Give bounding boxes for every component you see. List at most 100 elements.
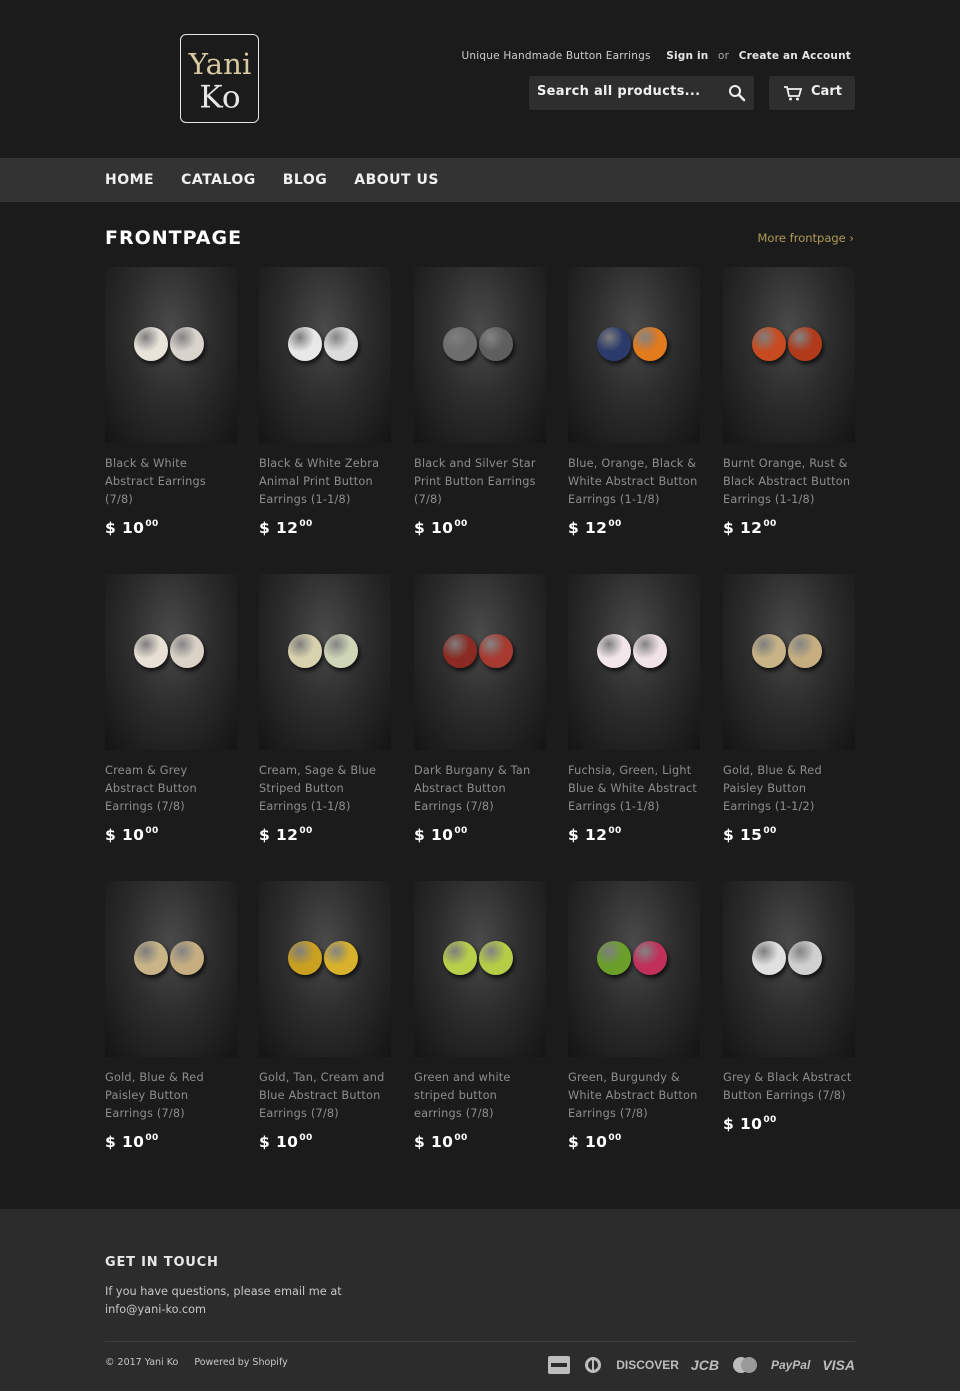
earring-button-image — [788, 634, 822, 668]
product-title[interactable]: Black & White Abstract Earrings (7/8) — [105, 455, 237, 509]
product-image[interactable] — [105, 574, 237, 750]
price-cents: 00 — [608, 1133, 622, 1143]
product-image[interactable] — [259, 881, 391, 1057]
earring-button-image — [788, 941, 822, 975]
diners-club-icon — [585, 1357, 602, 1373]
product-title[interactable]: Fuchsia, Green, Light Blue & White Abstr… — [568, 762, 700, 816]
product-title[interactable]: Green and white striped button earrings … — [414, 1069, 546, 1123]
product-image[interactable] — [568, 574, 700, 750]
earring-button-image — [324, 327, 358, 361]
product-image[interactable] — [568, 267, 700, 443]
site-logo[interactable]: Yani Ko — [180, 34, 259, 123]
search-icon[interactable] — [728, 84, 746, 102]
product-card[interactable]: Green and white striped button earrings … — [414, 881, 546, 1151]
cart-button[interactable]: Cart — [769, 76, 855, 110]
mastercard-icon — [732, 1357, 757, 1373]
earring-button-image — [479, 327, 513, 361]
product-image[interactable] — [414, 881, 546, 1057]
product-image[interactable] — [568, 881, 700, 1057]
main-nav: HOME CATALOG BLOG ABOUT US — [0, 158, 960, 202]
product-card[interactable]: Dark Burgany & Tan Abstract Button Earri… — [414, 574, 546, 844]
more-frontpage-link[interactable]: More frontpage › — [758, 231, 855, 245]
product-title[interactable]: Grey & Black Abstract Button Earrings (7… — [723, 1069, 855, 1105]
product-card[interactable]: Blue, Orange, Black & White Abstract But… — [568, 267, 700, 537]
logo-text-yani: Yani — [188, 47, 252, 81]
product-price: $ 1200 — [568, 519, 700, 537]
product-card[interactable]: Cream, Sage & Blue Striped Button Earrin… — [259, 574, 391, 844]
footer-heading: GET IN TOUCH — [105, 1255, 219, 1270]
create-account-link[interactable]: Create an Account — [739, 50, 851, 62]
price-amount: $ 15 — [723, 826, 763, 844]
product-image[interactable] — [723, 267, 855, 443]
earring-button-image — [443, 327, 477, 361]
nav-item-catalog[interactable]: CATALOG — [181, 172, 256, 188]
price-cents: 00 — [145, 826, 159, 836]
copyright-text: © 2017 Yani Ko — [105, 1357, 179, 1368]
product-price: $ 1200 — [259, 826, 391, 844]
price-amount: $ 12 — [568, 826, 608, 844]
price-amount: $ 10 — [414, 826, 454, 844]
price-amount: $ 10 — [414, 519, 454, 537]
product-image[interactable] — [259, 267, 391, 443]
product-title[interactable]: Cream, Sage & Blue Striped Button Earrin… — [259, 762, 391, 816]
product-title[interactable]: Gold, Blue & Red Paisley Button Earrings… — [105, 1069, 237, 1123]
product-card[interactable]: Cream & Grey Abstract Button Earrings (7… — [105, 574, 237, 844]
product-card[interactable]: Gold, Blue & Red Paisley Button Earrings… — [105, 881, 237, 1151]
signin-link[interactable]: Sign in — [666, 50, 708, 62]
product-image[interactable] — [105, 267, 237, 443]
earring-button-image — [170, 327, 204, 361]
product-card[interactable]: Gold, Tan, Cream and Blue Abstract Butto… — [259, 881, 391, 1151]
earring-button-image — [324, 634, 358, 668]
price-cents: 00 — [608, 826, 622, 836]
jcb-icon: JCB — [690, 1357, 719, 1373]
powered-by-shopify-link[interactable]: Powered by Shopify — [194, 1357, 287, 1368]
search-input[interactable]: Search all products... — [529, 76, 754, 110]
product-price: $ 1200 — [568, 826, 700, 844]
earring-button-image — [633, 634, 667, 668]
product-title[interactable]: Gold, Tan, Cream and Blue Abstract Butto… — [259, 1069, 391, 1123]
site-header: Yani Ko Unique Handmade Button Earrings … — [0, 0, 960, 158]
product-title[interactable]: Gold, Blue & Red Paisley Button Earrings… — [723, 762, 855, 816]
product-title[interactable]: Black & White Zebra Animal Print Button … — [259, 455, 391, 509]
product-card[interactable]: Green, Burgundy & White Abstract Button … — [568, 881, 700, 1151]
product-title[interactable]: Blue, Orange, Black & White Abstract But… — [568, 455, 700, 509]
product-card[interactable]: Black and Silver Star Print Button Earri… — [414, 267, 546, 537]
nav-item-home[interactable]: HOME — [105, 172, 154, 188]
product-card[interactable]: Gold, Blue & Red Paisley Button Earrings… — [723, 574, 855, 844]
product-price: $ 1200 — [723, 519, 855, 537]
product-title[interactable]: Black and Silver Star Print Button Earri… — [414, 455, 546, 509]
product-image[interactable] — [723, 881, 855, 1057]
earring-button-image — [134, 327, 168, 361]
earring-button-image — [597, 634, 631, 668]
product-card[interactable]: Black & White Zebra Animal Print Button … — [259, 267, 391, 537]
price-amount: $ 10 — [259, 1133, 299, 1151]
product-title[interactable]: Dark Burgany & Tan Abstract Button Earri… — [414, 762, 546, 816]
discover-icon: DISCOVER — [616, 1358, 679, 1372]
earring-button-image — [443, 634, 477, 668]
product-title[interactable]: Cream & Grey Abstract Button Earrings (7… — [105, 762, 237, 816]
price-amount: $ 10 — [105, 1133, 145, 1151]
product-card[interactable]: Fuchsia, Green, Light Blue & White Abstr… — [568, 574, 700, 844]
product-price: $ 1000 — [723, 1115, 855, 1133]
main-content: FRONTPAGE More frontpage › Black & White… — [0, 202, 960, 1209]
product-image[interactable] — [414, 267, 546, 443]
nav-item-about-us[interactable]: ABOUT US — [354, 172, 439, 188]
product-image[interactable] — [105, 881, 237, 1057]
product-card[interactable]: Black & White Abstract Earrings (7/8) $ 1… — [105, 267, 237, 537]
product-price: $ 1000 — [105, 1133, 237, 1151]
product-image[interactable] — [414, 574, 546, 750]
price-amount: $ 12 — [259, 519, 299, 537]
earring-button-image — [134, 634, 168, 668]
product-price: $ 1000 — [105, 519, 237, 537]
product-image[interactable] — [259, 574, 391, 750]
product-card[interactable]: Burnt Orange, Rust & Black Abstract Butt… — [723, 267, 855, 537]
price-cents: 00 — [454, 519, 468, 529]
product-title[interactable]: Green, Burgundy & White Abstract Button … — [568, 1069, 700, 1123]
product-image[interactable] — [723, 574, 855, 750]
product-title[interactable]: Burnt Orange, Rust & Black Abstract Butt… — [723, 455, 855, 509]
earring-button-image — [597, 941, 631, 975]
product-card[interactable]: Grey & Black Abstract Button Earrings (7… — [723, 881, 855, 1133]
nav-item-blog[interactable]: BLOG — [283, 172, 328, 188]
earring-button-image — [752, 941, 786, 975]
earring-button-image — [752, 327, 786, 361]
